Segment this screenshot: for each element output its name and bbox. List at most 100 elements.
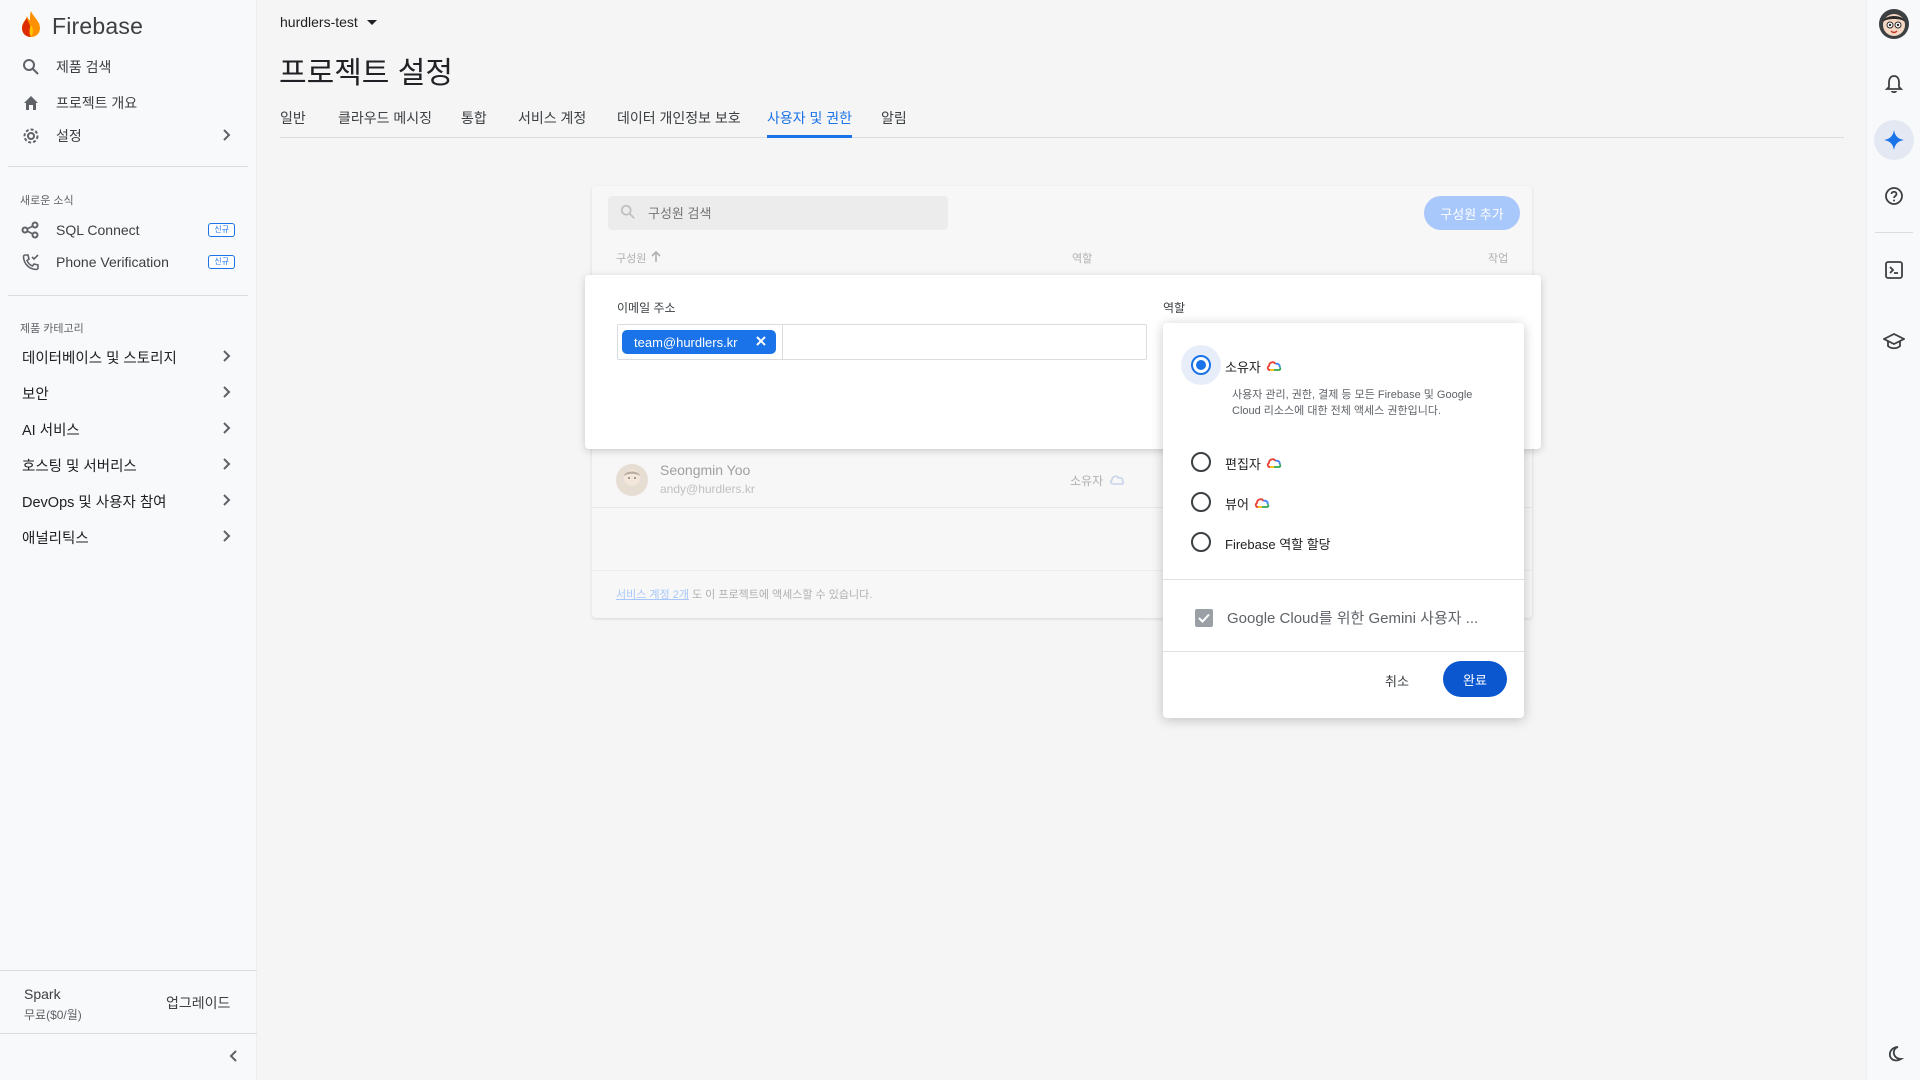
- tab-alerts[interactable]: 알림: [881, 108, 907, 138]
- category-label: 애널리틱스: [22, 530, 89, 547]
- role-field-label: 역할: [1163, 301, 1186, 315]
- service-accounts-link[interactable]: 서비스 계정 2개: [616, 589, 689, 601]
- news-section-label: 새로운 소식: [20, 195, 74, 207]
- brand-name: Firebase: [52, 13, 144, 39]
- settings-tabs: 일반 클라우드 메시징 통합 서비스 계정 데이터 개인정보 보호 사용자 및 …: [280, 108, 1844, 138]
- google-cloud-icon: [1109, 473, 1125, 488]
- role-option-owner[interactable]: 소유자: [1181, 345, 1282, 385]
- chevron-right-icon: [217, 491, 235, 513]
- role-column-header: 역할: [1072, 253, 1093, 265]
- email-field-separator: [782, 325, 783, 359]
- sidebar-divider: [8, 166, 248, 167]
- radio-wrapper: [1181, 345, 1221, 385]
- sidebar-category-devops-engagement[interactable]: DevOps 및 사용자 참여: [22, 487, 235, 515]
- email-chip-label: team@hurdlers.kr: [634, 334, 738, 350]
- editor-radio[interactable]: [1191, 452, 1211, 472]
- viewer-label: 뷰어: [1225, 497, 1249, 512]
- tab-general[interactable]: 일반: [280, 108, 306, 138]
- chevron-right-icon: [217, 383, 235, 405]
- firebase-roles-label: Firebase 역할 할당: [1225, 537, 1331, 552]
- new-badge: 신규: [208, 255, 235, 269]
- owner-radio[interactable]: [1191, 355, 1211, 375]
- role-option-label: 소유자: [1225, 357, 1282, 376]
- chevron-right-icon: [217, 419, 235, 441]
- sidebar-item-project-overview[interactable]: 프로젝트 개요: [20, 89, 235, 117]
- plan-info: Spark 무료($0/월): [24, 986, 82, 1023]
- gemini-user-checkbox-row[interactable]: Google Cloud를 위한 Gemini 사용자 ...: [1195, 607, 1478, 628]
- tab-users-permissions[interactable]: 사용자 및 권한: [767, 108, 853, 138]
- category-label: AI 서비스: [22, 422, 80, 439]
- editor-label: 편집자: [1225, 457, 1261, 472]
- sidebar-item-sql-connect[interactable]: SQL Connect 신규: [20, 216, 235, 244]
- sidebar-category-hosting-serverless[interactable]: 호스팅 및 서버리스: [22, 451, 235, 479]
- chevron-right-icon: [217, 347, 235, 369]
- upgrade-button[interactable]: 업그레이드: [166, 993, 230, 1013]
- firebase-brand[interactable]: Firebase: [20, 10, 143, 43]
- sql-connect-icon: [20, 219, 42, 241]
- plan-price: 무료($0/월): [24, 1008, 82, 1022]
- member-column-header[interactable]: 구성원: [616, 250, 662, 266]
- member-role: 소유자: [1070, 472, 1125, 489]
- collapse-sidebar-icon[interactable]: [226, 1048, 242, 1069]
- sidebar-item-label: Phone Verification: [56, 254, 169, 270]
- role-option-firebase-roles[interactable]: Firebase 역할 할당: [1191, 532, 1331, 553]
- sidebar-divider: [8, 295, 248, 296]
- sidebar-item-settings[interactable]: 설정: [20, 122, 235, 150]
- member-email: andy@hurdlers.kr: [660, 482, 755, 496]
- done-button[interactable]: 완료: [1443, 661, 1507, 697]
- sidebar-item-label: 프로젝트 개요: [56, 95, 138, 111]
- member-search[interactable]: [608, 196, 948, 230]
- home-icon: [20, 92, 42, 114]
- member-column-label: 구성원: [616, 253, 647, 265]
- firebase-logo-icon: [20, 10, 42, 43]
- viewer-radio[interactable]: [1191, 492, 1211, 512]
- notifications-bell-icon[interactable]: [1874, 64, 1914, 104]
- account-avatar[interactable]: [1874, 4, 1914, 44]
- dropdown-arrow-icon: [366, 14, 378, 30]
- left-sidebar: Firebase 제품 검색 프로젝트 개요 설정 새로운 소식 SQL Con…: [0, 0, 257, 1080]
- remove-chip-close-icon[interactable]: [754, 334, 768, 351]
- cancel-button[interactable]: 취소: [1385, 671, 1409, 690]
- tab-service-accounts[interactable]: 서비스 계정: [518, 108, 586, 138]
- email-field[interactable]: team@hurdlers.kr: [617, 324, 1147, 360]
- gemini-sparkle-icon[interactable]: [1874, 120, 1914, 160]
- avatar: [616, 464, 648, 496]
- sidebar-item-product-search[interactable]: 제품 검색: [20, 53, 235, 81]
- category-label: 데이터베이스 및 스토리지: [22, 350, 177, 367]
- sidebar-item-phone-verification[interactable]: Phone Verification 신규: [20, 248, 235, 276]
- role-option-label: 편집자: [1225, 454, 1282, 473]
- sidebar-category-security[interactable]: 보안: [22, 379, 235, 407]
- role-option-viewer[interactable]: 뷰어: [1191, 492, 1270, 513]
- page-title: 프로젝트 설정: [279, 57, 453, 90]
- sidebar-category-database-storage[interactable]: 데이터베이스 및 스토리지: [22, 343, 235, 371]
- firebase-roles-radio[interactable]: [1191, 532, 1211, 552]
- role-option-label: 뷰어: [1225, 494, 1270, 513]
- sidebar-category-ai-services[interactable]: AI 서비스: [22, 415, 235, 443]
- tab-data-privacy[interactable]: 데이터 개인정보 보호: [617, 108, 741, 138]
- sidebar-category-analytics[interactable]: 애널리틱스: [22, 523, 235, 551]
- tab-cloud-messaging[interactable]: 클라우드 메시징: [338, 108, 432, 138]
- chevron-right-icon: [217, 527, 235, 549]
- owner-description: 사용자 관리, 권한, 결제 등 모든 Firebase 및 Google Cl…: [1232, 389, 1473, 417]
- category-section-label: 제품 카테고리: [20, 323, 84, 335]
- member-search-input[interactable]: [648, 205, 928, 221]
- member-name: Seongmin Yoo: [660, 462, 751, 478]
- email-chip[interactable]: team@hurdlers.kr: [622, 330, 776, 354]
- tab-integrations[interactable]: 통합: [461, 108, 487, 138]
- sidebar-divider: [0, 1033, 257, 1034]
- terminal-icon[interactable]: [1874, 250, 1914, 290]
- role-dropdown-menu: 소유자 사용자 관리, 권한, 결제 등 모든 Firebase 및 Googl…: [1163, 323, 1524, 718]
- add-member-button[interactable]: 구성원 추가: [1424, 196, 1520, 230]
- owner-label: 소유자: [1225, 360, 1261, 375]
- service-accounts-note-text: 도 이 프로젝트에 액세스할 수 있습니다.: [688, 589, 873, 601]
- plan-name: Spark: [24, 986, 61, 1002]
- role-option-editor[interactable]: 편집자: [1191, 452, 1282, 473]
- help-icon[interactable]: [1874, 176, 1914, 216]
- chevron-right-icon: [217, 126, 235, 147]
- dark-mode-moon-icon[interactable]: [1874, 1034, 1914, 1074]
- gemini-user-checkbox[interactable]: [1195, 608, 1213, 627]
- learn-graduation-cap-icon[interactable]: [1874, 322, 1914, 362]
- google-cloud-icon: [1254, 496, 1270, 511]
- sidebar-divider: [0, 970, 257, 971]
- project-selector[interactable]: hurdlers-test: [280, 14, 378, 30]
